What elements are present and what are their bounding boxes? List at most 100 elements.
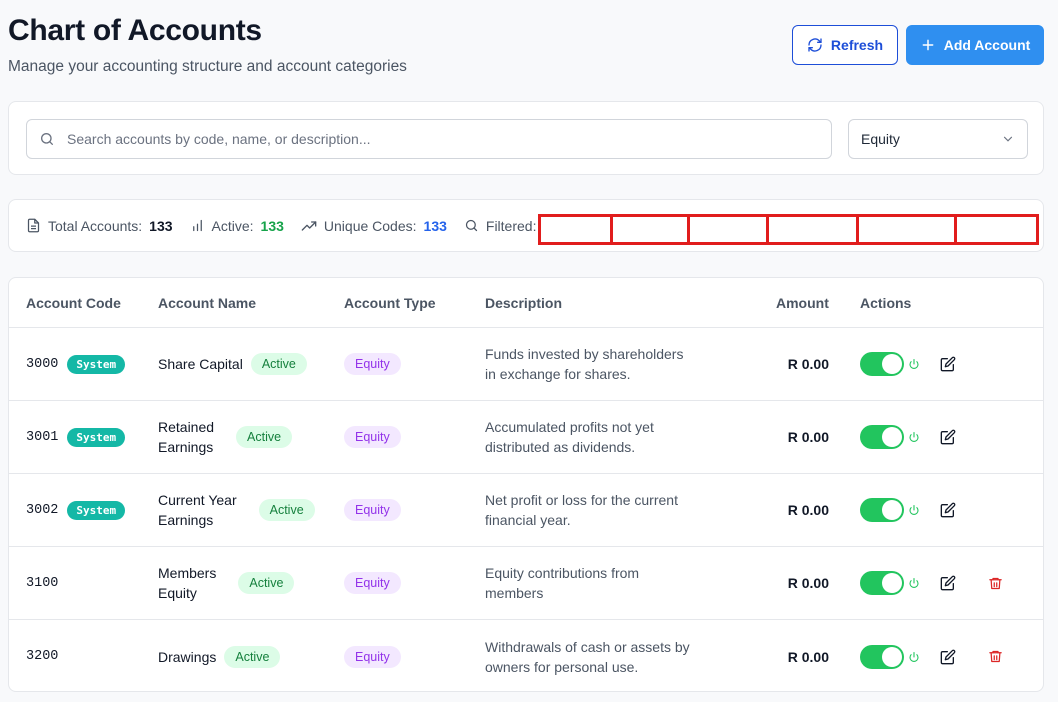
table-row: 3200 Drawings Active Equity Withdrawals of c… [9, 620, 1043, 691]
active-toggle[interactable] [860, 425, 904, 449]
active-toggle[interactable] [860, 644, 904, 669]
account-name-cell: Drawings Active [158, 620, 281, 691]
delete-button[interactable] [988, 620, 1003, 691]
header-actions: Refresh Add Account [792, 25, 1044, 65]
column-header-name[interactable]: Account Name [158, 295, 256, 311]
power-icon [909, 651, 919, 662]
description: Net profit or loss for the current financ… [485, 492, 678, 528]
amount-cell: R 0.00 [749, 474, 829, 546]
status-badge: Active [238, 572, 295, 594]
refresh-icon [808, 38, 822, 52]
description: Accumulated profits not yet distributed a… [485, 419, 654, 455]
active-toggle[interactable] [860, 498, 904, 522]
stat-total-label: Total Accounts: [48, 217, 143, 234]
active-toggle-group [860, 328, 920, 400]
type-badge: Equity [344, 572, 401, 594]
edit-button[interactable] [940, 401, 956, 473]
description: Withdrawals of cash or assets by owners f… [485, 638, 690, 675]
edit-button[interactable] [940, 474, 956, 546]
trash-icon [989, 650, 1002, 663]
highlight-box [954, 214, 1039, 245]
power-indicator [908, 577, 920, 589]
delete-button[interactable] [988, 547, 1003, 619]
description-cell: Withdrawals of cash or assets by owners f… [485, 620, 705, 691]
power-icon [909, 358, 919, 369]
account-code: 3100 [26, 575, 59, 591]
refresh-button[interactable]: Refresh [792, 25, 898, 65]
type-badge: Equity [344, 426, 401, 448]
power-icon [909, 577, 919, 588]
stat-unique: Unique Codes: 133 [301, 218, 447, 234]
description-cell: Accumulated profits not yet distributed a… [485, 401, 705, 473]
account-type-select[interactable]: Equity [848, 119, 1028, 159]
trash-icon [989, 577, 1002, 589]
stat-unique-value: 133 [423, 217, 447, 234]
type-badge: Equity [344, 353, 401, 375]
status-badge: Active [224, 645, 281, 668]
edit-icon [940, 649, 956, 664]
power-indicator [908, 504, 920, 516]
amount-cell: R 0.00 [749, 328, 829, 400]
account-code: 3002 [26, 502, 59, 518]
filter-card: Equity [8, 101, 1044, 175]
add-account-button[interactable]: Add Account [906, 25, 1044, 65]
account-type-cell: Equity [344, 401, 401, 473]
amount: R 0.00 [787, 575, 829, 591]
system-badge: System [67, 500, 126, 520]
amount-cell: R 0.00 [749, 620, 829, 691]
status-badge: Active [236, 426, 293, 448]
search-input[interactable] [67, 131, 831, 147]
amount: R 0.00 [787, 429, 829, 445]
edit-icon [940, 502, 956, 518]
column-header-code[interactable]: Account Code [26, 295, 121, 311]
amount: R 0.00 [787, 648, 829, 665]
account-name-cell: Current Year Earnings Active [158, 474, 315, 546]
edit-button[interactable] [940, 547, 956, 619]
highlight-box [766, 214, 859, 245]
column-header-description[interactable]: Description [485, 295, 562, 311]
highlight-box [610, 214, 690, 245]
amount-cell: R 0.00 [749, 547, 829, 619]
description: Equity contributions from members [485, 565, 640, 601]
description: Funds invested by shareholders in exchang… [485, 346, 684, 382]
account-name: Members Equity [158, 565, 217, 601]
account-type-cell: Equity [344, 620, 401, 691]
stat-active: Active: 133 [190, 218, 284, 234]
active-toggle-group [860, 401, 920, 473]
power-indicator [908, 651, 920, 663]
column-header-actions: Actions [860, 295, 912, 311]
account-code: 3000 [26, 356, 59, 372]
active-toggle[interactable] [860, 571, 904, 595]
account-type-cell: Equity [344, 474, 401, 546]
column-header-amount[interactable]: Amount [776, 295, 829, 311]
account-code: 3200 [26, 649, 59, 664]
search-icon [41, 133, 53, 145]
stat-active-label: Active: [211, 217, 254, 234]
stat-filtered-label: Filtered: [485, 217, 537, 234]
account-type-cell: Equity [344, 547, 401, 619]
plus-icon [922, 39, 934, 51]
type-badge: Equity [344, 645, 401, 668]
trending-up-icon [301, 220, 317, 231]
active-toggle-group [860, 547, 920, 619]
account-name: Share Capital [158, 356, 243, 372]
edit-button[interactable] [940, 328, 956, 400]
system-badge: System [67, 354, 126, 374]
column-header-type[interactable]: Account Type [344, 295, 436, 311]
account-code-cell: 3000 System [26, 328, 126, 400]
account-code-cell: 3002 System [26, 474, 126, 546]
account-name-cell: Share Capital Active [158, 328, 307, 400]
status-badge: Active [250, 353, 307, 375]
table-row: 3002 System Current Year Earnings Active Equi… [9, 474, 1043, 547]
search-icon [465, 219, 478, 232]
stat-total-value: 133 [149, 217, 173, 234]
stat-total: Total Accounts: 133 [26, 218, 173, 234]
document-icon [27, 218, 40, 233]
edit-icon [940, 429, 956, 445]
page-header: Chart of Accounts Manage your accounting… [8, 14, 1044, 84]
description-cell: Net profit or loss for the current financ… [485, 474, 705, 546]
table-row: 3001 System Retained Earnings Active Equity Ac… [9, 401, 1043, 474]
edit-button[interactable] [940, 620, 956, 691]
active-toggle[interactable] [860, 352, 904, 376]
highlight-box [538, 214, 613, 245]
